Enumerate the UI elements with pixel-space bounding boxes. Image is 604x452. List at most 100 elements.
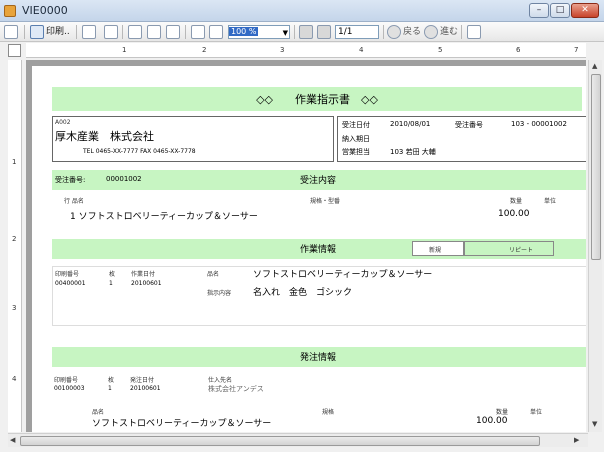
customer-box: A002 厚木産業 株式会社 TEL 0465-XX-7777 FAX 0465…	[52, 116, 334, 162]
ruler-mark: 7	[574, 46, 579, 54]
new-checkbox-box: 新規	[412, 241, 464, 256]
window-titlebar: VIE0000 – □ ✕	[0, 0, 604, 22]
column-unit: 単位	[544, 198, 557, 205]
find-icon[interactable]	[104, 25, 118, 39]
report-page: ◇◇ 作業指示書 ◇◇ A002 厚木産業 株式会社 TEL 0465-XX-7…	[32, 66, 586, 432]
scroll-left-icon[interactable]: ◀	[10, 436, 15, 444]
po-item-label: 品名	[92, 409, 105, 416]
toolbar-separator	[185, 25, 186, 39]
po-col-edition: 枚	[108, 377, 115, 384]
horizontal-scroll-thumb[interactable]	[20, 436, 540, 446]
zoom-select[interactable]: 100 % ▼	[228, 25, 290, 39]
title-band: ◇◇ 作業指示書 ◇◇	[52, 87, 582, 111]
ruler-mark: 2	[202, 46, 207, 54]
work-product: ソフトストロベリーティーカップ＆ソーサー	[253, 270, 433, 280]
chevron-down-icon: ▼	[282, 29, 288, 37]
toolbar: 印刷.. 100 % ▼ 1/1 戻る 進む	[0, 22, 604, 42]
po-print-no: 00100003	[54, 385, 85, 392]
work-col-product: 品名	[207, 271, 220, 278]
copy-icon[interactable]	[82, 25, 96, 39]
due-date-label: 納入期日	[342, 135, 370, 143]
work-edition: 1	[109, 280, 113, 287]
item-qty: 100.00	[498, 209, 530, 219]
toolbar-separator	[383, 25, 384, 39]
order-box: 受注日付 2010/08/01 受注番号 103 - 00001002 納入期日…	[337, 116, 586, 162]
column-line-item: 行 品名	[64, 198, 84, 205]
minimize-button[interactable]: –	[529, 3, 549, 18]
customer-code: A002	[55, 119, 71, 126]
column-spec: 規格・型番	[310, 198, 341, 205]
scroll-up-icon[interactable]: ▲	[592, 62, 597, 70]
maximize-button[interactable]: □	[550, 3, 570, 18]
scroll-right-icon[interactable]: ▶	[574, 436, 579, 444]
preview-viewport[interactable]: ◇◇ 作業指示書 ◇◇ A002 厚木産業 株式会社 TEL 0465-XX-7…	[26, 60, 586, 432]
ruler-mark: 4	[12, 375, 17, 383]
work-col-date: 作業日付	[131, 271, 156, 278]
zoom-value: 100 %	[229, 27, 259, 36]
customer-name: 厚木産業 株式会社	[55, 130, 154, 143]
receive-no-label: 受注番号:	[55, 176, 86, 184]
first-page-icon[interactable]	[299, 25, 313, 39]
zoom-in-icon[interactable]	[191, 25, 205, 39]
page-setup-icon[interactable]	[166, 25, 180, 39]
po-date: 20100601	[130, 385, 161, 392]
horizontal-ruler: 1 2 3 4 5 6 7	[26, 43, 586, 58]
repeat-box: リピート	[464, 241, 554, 256]
po-col-print-no: 印刷番号	[54, 377, 79, 384]
work-detail: 名入れ 金色 ゴシック	[253, 288, 353, 298]
po-col-supplier: 仕入先名	[208, 377, 233, 384]
po-col-date: 発注日付	[130, 377, 155, 384]
horizontal-scrollbar[interactable]: ◀ ▶	[8, 433, 588, 447]
vertical-ruler: 1 2 3 4	[8, 60, 22, 432]
ruler-corner	[8, 44, 21, 57]
work-col-edition: 枚	[109, 271, 116, 278]
vertical-scroll-thumb[interactable]	[591, 74, 601, 260]
back-arrow-icon[interactable]	[387, 25, 401, 39]
print-button[interactable]: 印刷..	[46, 24, 70, 40]
app-icon	[4, 5, 16, 17]
toolbar-separator	[294, 25, 295, 39]
po-edition: 1	[108, 385, 112, 392]
multi-page-icon[interactable]	[147, 25, 161, 39]
prev-page-icon[interactable]	[317, 25, 331, 39]
po-spec-label: 規格	[322, 409, 335, 416]
toolbar-separator	[461, 25, 462, 39]
purchase-info-band: 発注情報	[52, 347, 586, 367]
item-line: 1 ソフトストロベリーティーカップ＆ソーサー	[70, 212, 258, 222]
zoom-out-icon[interactable]	[209, 25, 223, 39]
po-item: ソフトストロベリーティーカップ＆ソーサー	[92, 419, 272, 429]
order-date: 2010/08/01	[390, 120, 431, 128]
receive-no: 00001002	[106, 175, 142, 183]
work-date: 20100601	[131, 280, 162, 287]
po-qty-label: 数量	[496, 409, 509, 416]
ruler-mark: 1	[12, 158, 17, 166]
refresh-icon[interactable]	[467, 25, 481, 39]
repeat-label: リピート	[509, 247, 534, 254]
toolbar-separator	[122, 25, 123, 39]
order-content-band: 受注番号: 00001002 受注内容	[52, 170, 586, 190]
ruler-mark: 1	[122, 46, 127, 54]
vertical-scrollbar[interactable]: ▲ ▼	[588, 60, 602, 432]
copy-page-icon[interactable]	[4, 25, 18, 39]
scroll-down-icon[interactable]: ▼	[592, 420, 597, 428]
work-info-band: 作業情報 新規 リピート	[52, 239, 586, 259]
ruler-mark: 3	[12, 304, 17, 312]
column-qty: 数量	[510, 198, 523, 205]
single-page-icon[interactable]	[128, 25, 142, 39]
printer-icon[interactable]	[30, 25, 44, 39]
purchase-info-title: 発注情報	[300, 353, 337, 363]
forward-button[interactable]: 進む	[440, 24, 458, 40]
back-button[interactable]: 戻る	[403, 24, 421, 40]
window-title: VIE0000	[22, 4, 68, 17]
ruler-mark: 5	[438, 46, 443, 54]
toolbar-separator	[76, 25, 77, 39]
work-detail-label: 指示内容	[207, 290, 232, 297]
close-button[interactable]: ✕	[571, 3, 599, 18]
forward-arrow-icon[interactable]	[424, 25, 438, 39]
po-qty: 100.00	[476, 416, 508, 426]
sales-value: 103 若田 大輔	[390, 148, 436, 156]
order-no: 103 - 00001002	[511, 120, 567, 128]
page-number-input[interactable]: 1/1	[335, 25, 379, 39]
po-supplier: 株式会社アンデス	[208, 385, 264, 393]
work-col-print-no: 印刷番号	[55, 271, 80, 278]
